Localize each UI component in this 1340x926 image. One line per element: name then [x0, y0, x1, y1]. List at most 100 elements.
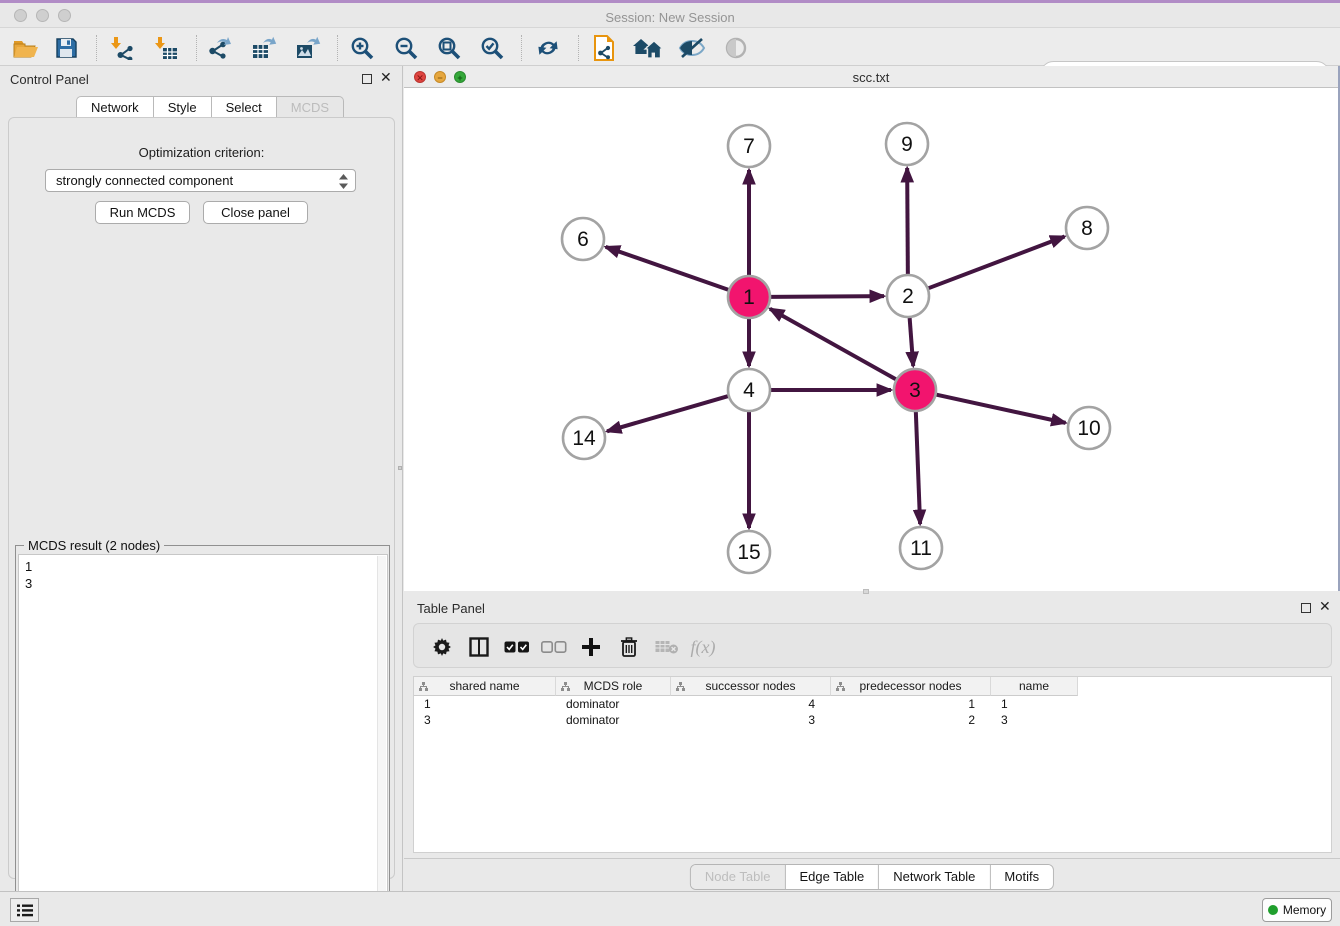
tab-style[interactable]: Style	[153, 96, 211, 118]
node-11[interactable]: 11	[900, 527, 942, 569]
mcds-result-textarea[interactable]: 1 3	[18, 554, 388, 926]
node-7[interactable]: 7	[728, 125, 770, 167]
graph-edges[interactable]	[606, 168, 1066, 528]
node-8[interactable]: 8	[1066, 207, 1108, 249]
close-panel-icon[interactable]: ✕	[380, 70, 392, 84]
node-label: 4	[743, 379, 755, 402]
toolbar-separator	[578, 35, 579, 61]
hide-panel-eye-icon[interactable]	[674, 33, 710, 63]
zoom-selected-icon[interactable]	[474, 33, 510, 63]
node-14[interactable]: 14	[563, 417, 605, 459]
table-row[interactable]: 1dominator411	[414, 696, 1331, 712]
export-image-icon[interactable]	[290, 33, 326, 63]
cell-MCDS-role[interactable]: dominator	[556, 712, 671, 728]
edge-4-14[interactable]	[607, 396, 728, 431]
node-label: 7	[743, 135, 755, 158]
split-column-icon[interactable]	[464, 633, 494, 661]
home-icon[interactable]	[630, 33, 666, 63]
edge-3-11[interactable]	[916, 412, 920, 524]
cell-shared-name[interactable]: 1	[414, 696, 556, 712]
tab-edge-table[interactable]: Edge Table	[785, 865, 879, 889]
cell-MCDS-role[interactable]: dominator	[556, 696, 671, 712]
function-builder-icon[interactable]: f(x)	[688, 633, 718, 661]
column-header-shared-name[interactable]: shared name	[414, 677, 556, 696]
export-table-icon[interactable]	[246, 33, 282, 63]
node-9[interactable]: 9	[886, 123, 928, 165]
node-1[interactable]: 1	[728, 276, 770, 318]
node-15[interactable]: 15	[728, 531, 770, 573]
column-label: predecessor nodes	[859, 679, 961, 693]
run-mcds-button[interactable]: Run MCDS	[95, 201, 190, 224]
cell-predecessor-nodes[interactable]: 2	[831, 712, 991, 728]
export-network-icon[interactable]	[202, 33, 238, 63]
column-header-successor-nodes[interactable]: successor nodes	[671, 677, 831, 696]
edge-3-1[interactable]	[770, 309, 896, 380]
edge-2-9[interactable]	[907, 168, 908, 274]
delete-column-trash-icon[interactable]	[614, 633, 644, 661]
result-scrollbar[interactable]	[377, 556, 386, 926]
duplicate-network-icon[interactable]	[586, 33, 622, 63]
add-column-icon[interactable]	[576, 633, 606, 661]
open-folder-icon[interactable]	[8, 33, 44, 63]
edge-2-8[interactable]	[929, 237, 1065, 289]
node-4[interactable]: 4	[728, 369, 770, 411]
network-window-titlebar[interactable]: ✕ − + scc.txt	[404, 66, 1338, 88]
tab-mcds[interactable]: MCDS	[276, 96, 344, 118]
close-panel-button[interactable]: Close panel	[203, 201, 308, 224]
memory-status-icon	[1268, 905, 1278, 915]
vertical-splitter-handle[interactable]	[398, 466, 402, 470]
table-tabs: Node TableEdge TableNetwork TableMotifs	[690, 864, 1054, 890]
cell-name[interactable]: 3	[991, 712, 1078, 728]
first-neighbors-icon[interactable]	[530, 33, 566, 63]
control-panel: Control Panel ✕ NetworkStyleSelectMCDS O…	[0, 66, 403, 891]
float-panel-icon[interactable]	[362, 74, 372, 84]
node-10[interactable]: 10	[1068, 407, 1110, 449]
import-table-icon[interactable]	[148, 33, 184, 63]
delete-table-icon[interactable]	[652, 633, 682, 661]
column-type-icon	[419, 682, 428, 691]
tab-network-table[interactable]: Network Table	[879, 865, 990, 889]
zoom-out-icon[interactable]	[388, 33, 424, 63]
memory-button[interactable]: Memory	[1262, 898, 1332, 922]
import-network-icon[interactable]	[104, 33, 140, 63]
column-header-predecessor-nodes[interactable]: predecessor nodes	[831, 677, 991, 696]
column-header-name[interactable]: name	[991, 677, 1078, 696]
control-panel-tabs: NetworkStyleSelectMCDS	[76, 96, 344, 118]
table-row[interactable]: 3dominator323	[414, 712, 1331, 728]
criterion-select[interactable]: strongly connected component	[45, 169, 356, 192]
cell-name[interactable]: 1	[991, 696, 1078, 712]
tab-node-table[interactable]: Node Table	[691, 865, 786, 889]
deselect-all-icon[interactable]	[539, 633, 569, 661]
edge-1-2[interactable]	[771, 296, 884, 297]
cell-successor-nodes[interactable]: 4	[671, 696, 831, 712]
tab-select[interactable]: Select	[211, 96, 276, 118]
node-2[interactable]: 2	[887, 275, 929, 317]
close-table-panel-icon[interactable]: ✕	[1319, 599, 1331, 613]
float-table-panel-icon[interactable]	[1301, 603, 1311, 613]
node-3[interactable]: 3	[894, 369, 936, 411]
horizontal-splitter-handle[interactable]	[863, 589, 869, 594]
cell-successor-nodes[interactable]: 3	[671, 712, 831, 728]
cell-shared-name[interactable]: 3	[414, 712, 556, 728]
titlebar: Session: New Session	[0, 3, 1340, 28]
column-type-icon	[836, 682, 845, 691]
zoom-in-icon[interactable]	[344, 33, 380, 63]
eye-disabled-icon[interactable]	[718, 33, 754, 63]
zoom-fit-icon[interactable]	[431, 33, 467, 63]
task-history-button[interactable]	[10, 898, 39, 922]
node-label: 11	[910, 537, 932, 560]
edge-1-6[interactable]	[606, 247, 729, 290]
node-6[interactable]: 6	[562, 218, 604, 260]
column-header-MCDS-role[interactable]: MCDS role	[556, 677, 671, 696]
node-label: 2	[902, 285, 914, 308]
network-graph-canvas[interactable]: 7 9 6 8 1 2 4 3 14 10 15 11	[404, 88, 1338, 591]
save-icon[interactable]	[48, 33, 84, 63]
edge-3-10[interactable]	[936, 395, 1065, 423]
tab-network[interactable]: Network	[76, 96, 153, 118]
edge-2-3[interactable]	[910, 318, 914, 366]
settings-gear-icon[interactable]	[427, 633, 457, 661]
toolbar-separator	[196, 35, 197, 61]
select-all-icon[interactable]	[502, 633, 532, 661]
tab-motifs[interactable]: Motifs	[990, 865, 1053, 889]
cell-predecessor-nodes[interactable]: 1	[831, 696, 991, 712]
